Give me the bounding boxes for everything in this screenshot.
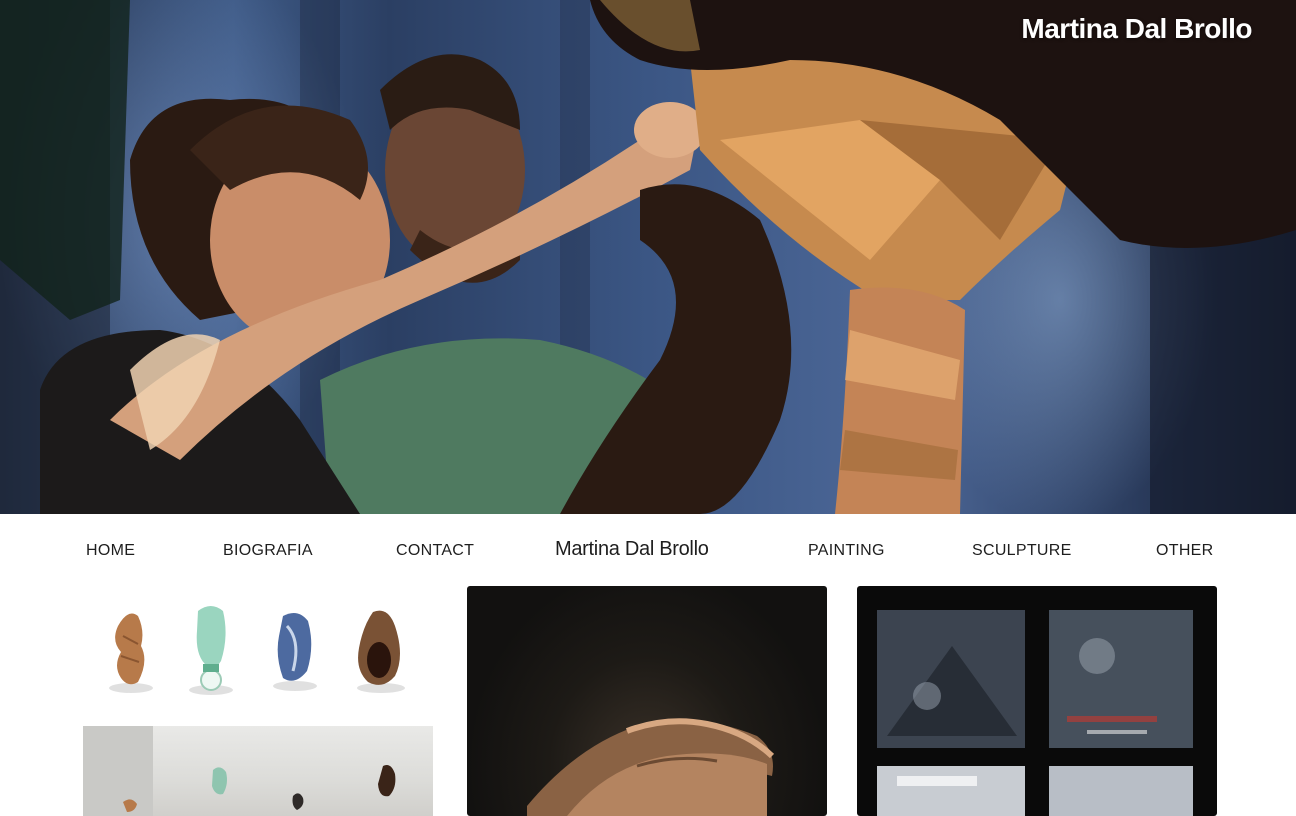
gallery-tile-installation[interactable] [83,726,433,816]
nav-item-contact[interactable]: CONTACT [396,542,474,560]
gallery-tile-hands[interactable] [467,586,827,816]
nav-item-painting[interactable]: PAINTING [808,542,885,560]
nav-item-sculpture[interactable]: SCULPTURE [972,542,1072,560]
nav-item-other[interactable]: OTHER [1156,542,1214,560]
nav-brand-logo[interactable]: Martina Dal Brollo [555,538,709,561]
installation-image [83,726,396,816]
window-image [877,610,1193,816]
hero-photo [0,0,1296,514]
gallery-tile-window[interactable] [857,586,1217,816]
objects-image [109,606,405,695]
hands-image [527,718,775,816]
nav-item-biografia[interactable]: BIOGRAFIA [223,542,313,560]
hero-site-title[interactable]: Martina Dal Brollo [1021,13,1252,45]
gallery-tile-objects[interactable] [83,586,433,708]
nav-item-home[interactable]: HOME [86,542,135,560]
main-navigation: HOME BIOGRAFIA CONTACT Martina Dal Broll… [0,514,1296,586]
hero-image: Martina Dal Brollo [0,0,1296,514]
